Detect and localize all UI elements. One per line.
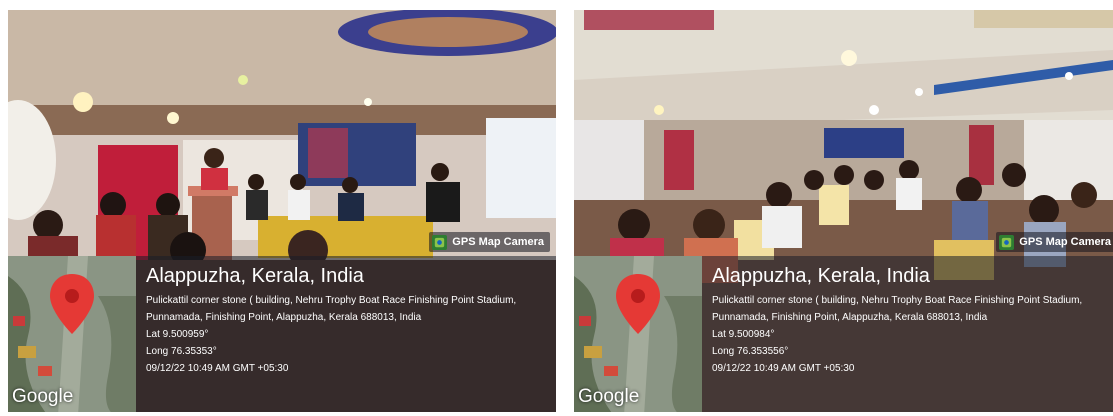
latitude-text: Lat 9.500984° <box>712 329 775 340</box>
address-text: Pulickattil corner stone ( building, Neh… <box>146 295 517 323</box>
geotagged-photo-right: GPS Map Camera Google Alappuzha, Kerala,… <box>574 10 1113 412</box>
location-details: Alappuzha, Kerala, India Pulickattil cor… <box>712 264 1107 377</box>
badge-label: GPS Map Camera <box>452 236 544 248</box>
map-thumbnail: Google <box>574 256 702 412</box>
datetime-text: 09/12/22 10:49 AM GMT +05:30 <box>146 363 289 374</box>
map-thumbnail: Google <box>8 256 136 412</box>
gps-map-camera-badge: GPS Map Camera <box>429 232 550 252</box>
datetime-text: 09/12/22 10:49 AM GMT +05:30 <box>712 363 855 374</box>
location-info-overlay: Google Alappuzha, Kerala, India Pulickat… <box>8 256 556 412</box>
latitude-text: Lat 9.500959° <box>146 329 209 340</box>
location-details: Alappuzha, Kerala, India Pulickattil cor… <box>146 264 550 377</box>
place-name: Alappuzha, Kerala, India <box>146 265 364 287</box>
address-text: Pulickattil corner stone ( building, Neh… <box>712 295 1083 323</box>
gps-map-camera-icon <box>432 234 448 250</box>
google-logo: Google <box>12 386 74 407</box>
location-info-overlay: Google Alappuzha, Kerala, India Pulickat… <box>574 256 1113 412</box>
longitude-text: Long 76.353556° <box>712 346 789 357</box>
badge-label: GPS Map Camera <box>1019 236 1111 248</box>
gps-map-camera-icon <box>999 234 1015 250</box>
place-name: Alappuzha, Kerala, India <box>712 265 930 287</box>
gps-map-camera-badge: GPS Map Camera <box>996 232 1113 252</box>
google-logo: Google <box>578 386 640 407</box>
longitude-text: Long 76.35353° <box>146 346 217 357</box>
geotagged-photo-left: GPS Map Camera Google Alappuzha, Kerala,… <box>8 10 556 412</box>
